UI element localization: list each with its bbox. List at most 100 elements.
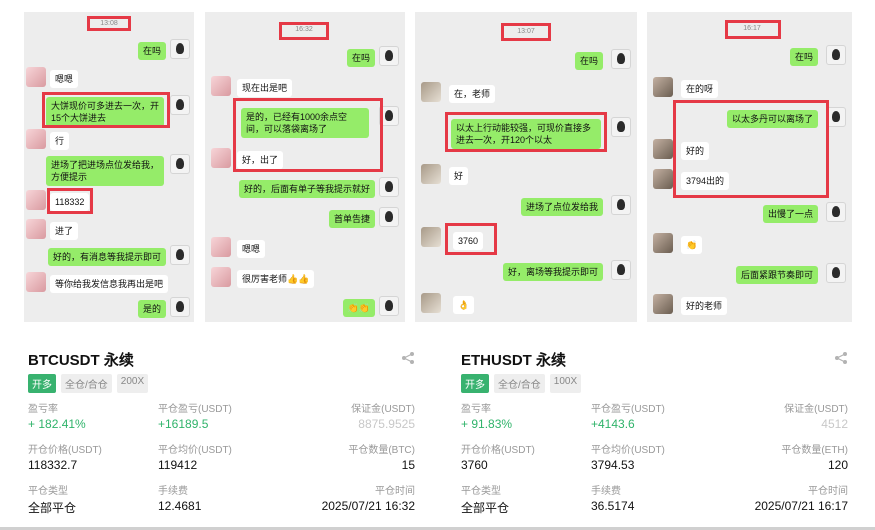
message-bubble[interactable]: 👏👏 (342, 299, 375, 317)
message-bubble[interactable]: 好 (449, 167, 469, 185)
avatar[interactable] (211, 237, 231, 257)
close-type-value: 全部平仓 (28, 501, 77, 515)
avatar[interactable] (421, 164, 441, 184)
tag-leverage: 200X (116, 374, 149, 393)
timestamp-highlight (725, 20, 781, 39)
message-bubble[interactable]: 嗯嗯 (237, 240, 266, 258)
message-highlight (445, 223, 497, 255)
avatar[interactable] (170, 297, 190, 317)
message-bubble[interactable]: 在吗 (789, 48, 818, 66)
message-highlight (233, 98, 383, 172)
close-qty-label: 平仓数量(ETH) (781, 445, 848, 456)
message-bubble[interactable]: 进了 (50, 222, 79, 240)
avatar[interactable] (170, 39, 190, 59)
tag-row: 开多 全仓/合仓 200X (28, 374, 149, 393)
close-qty-label: 平仓数量(BTC) (348, 445, 415, 456)
message-bubble[interactable]: 进场了点位发给我 (520, 198, 603, 216)
close-type-label: 平仓类型 (28, 486, 68, 497)
avatar[interactable] (653, 139, 673, 159)
close-avg-value: 3794.53 (591, 458, 635, 472)
message-highlight (47, 188, 93, 214)
avatar[interactable] (611, 117, 631, 137)
message-bubble[interactable]: 进场了把进场点位发给我，方便提示 (46, 156, 164, 186)
message-bubble[interactable]: 首单告捷 (328, 210, 375, 228)
message-bubble[interactable]: 嗯嗯 (50, 70, 79, 88)
message-bubble[interactable]: 是的 (137, 300, 166, 318)
avatar[interactable] (826, 202, 846, 222)
avatar[interactable] (826, 263, 846, 283)
avatar[interactable] (826, 107, 846, 127)
timestamp-highlight (501, 23, 551, 41)
avatar[interactable] (653, 233, 673, 253)
avatar[interactable] (653, 294, 673, 314)
avatar[interactable] (421, 293, 441, 313)
avatar[interactable] (379, 207, 399, 227)
fee-label: 手续费 (158, 486, 188, 497)
chat-panel-3: 13:07 在吗 在，老师 以太上行动能较强，可现价直接多进去一次，开120个以… (415, 12, 637, 322)
avatar[interactable] (26, 272, 46, 292)
message-bubble[interactable]: 好的，有消息等我提示即可 (47, 248, 166, 266)
message-bubble[interactable]: 在吗 (574, 52, 603, 70)
avatar[interactable] (379, 46, 399, 66)
avatar[interactable] (170, 154, 190, 174)
message-highlight (445, 112, 607, 152)
message-bubble[interactable]: 很厉害老师👍👍 (237, 270, 315, 288)
fee-value: 36.5174 (591, 499, 635, 513)
avatar[interactable] (379, 296, 399, 316)
open-price-label: 开仓价格(USDT) (28, 445, 102, 456)
message-bubble[interactable]: 👏 (681, 236, 703, 254)
message-bubble[interactable]: 好的老师 (681, 297, 728, 315)
avatar[interactable] (421, 227, 441, 247)
close-avg-value: 119412 (158, 458, 198, 472)
share-icon[interactable] (834, 351, 848, 365)
fee-value: 12.4681 (158, 499, 202, 513)
margin-label: 保证金(USDT) (351, 404, 415, 415)
avatar[interactable] (26, 67, 46, 87)
close-time-label: 平仓时间 (808, 486, 848, 497)
margin-value: 8875.9525 (358, 417, 415, 431)
avatar[interactable] (26, 219, 46, 239)
avatar[interactable] (170, 245, 190, 265)
avatar[interactable] (611, 195, 631, 215)
message-bubble[interactable]: 在，老师 (449, 85, 496, 103)
avatar[interactable] (26, 190, 46, 210)
avatar[interactable] (26, 129, 46, 149)
message-bubble[interactable]: 在吗 (346, 49, 375, 67)
close-pnl-label: 平仓盈亏(USDT) (591, 404, 665, 415)
avatar[interactable] (611, 49, 631, 69)
message-bubble[interactable]: 在吗 (137, 42, 166, 60)
avatar[interactable] (211, 267, 231, 287)
card-title: ETHUSDT 永续 (461, 352, 567, 369)
open-price-label: 开仓价格(USDT) (461, 445, 535, 456)
message-bubble[interactable]: 等你给我发信息我再出是吧 (50, 275, 169, 293)
message-bubble[interactable]: 行 (50, 132, 70, 150)
tag-leverage: 100X (549, 374, 582, 393)
close-time-label: 平仓时间 (375, 486, 415, 497)
avatar[interactable] (421, 82, 441, 102)
message-bubble[interactable]: 出慢了一点 (762, 205, 818, 223)
close-type-label: 平仓类型 (461, 486, 501, 497)
pnl-rate-value: + 182.41% (28, 417, 86, 431)
message-bubble[interactable]: 好，离场等我提示即可 (502, 263, 603, 281)
avatar[interactable] (170, 95, 190, 115)
message-bubble[interactable]: 好的，后面有单子等我提示就好 (238, 180, 375, 198)
pnl-rate-value: + 91.83% (461, 417, 513, 431)
message-bubble[interactable]: 后面紧跟节奏即可 (735, 266, 818, 284)
avatar[interactable] (211, 148, 231, 168)
message-bubble[interactable]: 在的呀 (681, 80, 719, 98)
avatar[interactable] (826, 45, 846, 65)
close-pnl-value: +4143.6 (591, 417, 635, 431)
avatar[interactable] (653, 169, 673, 189)
share-icon[interactable] (401, 351, 415, 365)
pnl-rate-label: 盈亏率 (28, 404, 58, 415)
avatar[interactable] (211, 76, 231, 96)
margin-value: 4512 (821, 417, 848, 431)
avatar[interactable] (653, 77, 673, 97)
close-avg-label: 平仓均价(USDT) (591, 445, 665, 456)
close-time-value: 2025/07/21 16:17 (754, 499, 848, 513)
message-bubble[interactable]: 👌 (453, 296, 475, 314)
avatar[interactable] (379, 177, 399, 197)
timestamp-highlight (279, 22, 329, 40)
message-bubble[interactable]: 现在出是吧 (237, 79, 293, 97)
avatar[interactable] (611, 260, 631, 280)
